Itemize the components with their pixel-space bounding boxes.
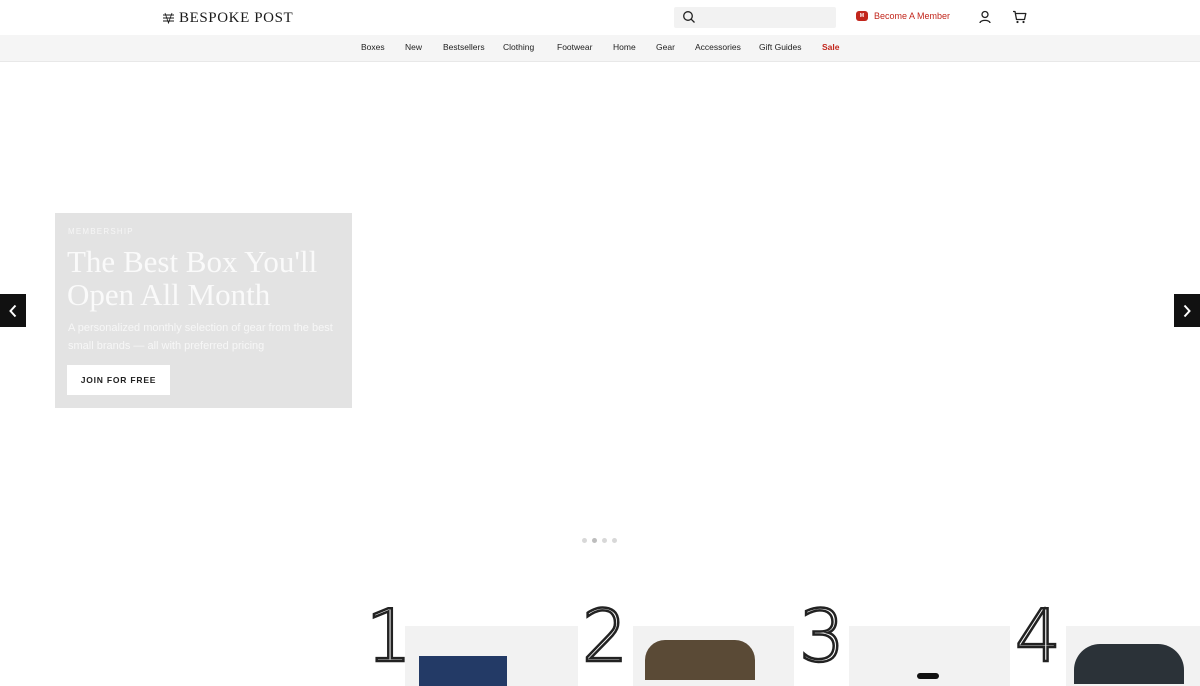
nav-item-home[interactable]: Home xyxy=(613,42,636,52)
nav-item-bestsellers[interactable]: Bestsellers xyxy=(443,42,485,52)
product-image-2 xyxy=(645,640,755,680)
product-image-3 xyxy=(917,673,939,679)
nav-item-new[interactable]: New xyxy=(405,42,422,52)
hero-title: The Best Box You'll Open All Month xyxy=(67,244,318,312)
numbered-bestsellers-row: 1 2 3 4 xyxy=(0,594,1200,686)
carousel-next-button[interactable] xyxy=(1174,294,1200,327)
product-card-4[interactable] xyxy=(1066,626,1200,686)
nav-item-boxes[interactable]: Boxes xyxy=(361,42,385,52)
carousel-dots xyxy=(582,538,617,543)
product-card-2[interactable] xyxy=(633,626,794,686)
product-card-3[interactable] xyxy=(849,626,1010,686)
search-icon[interactable] xyxy=(682,10,696,24)
carousel-dot[interactable] xyxy=(612,538,617,543)
hero-eyebrow: MEMBERSHIP xyxy=(68,227,134,236)
main-nav: Boxes New Bestsellers Clothing Footwear … xyxy=(0,35,1200,62)
nav-item-gift-guides[interactable]: Gift Guides xyxy=(759,42,802,52)
carousel-dot-active[interactable] xyxy=(592,538,597,543)
step-number-2: 2 xyxy=(581,594,629,678)
search-input[interactable] xyxy=(674,7,836,28)
member-link-label: Become A Member xyxy=(874,11,951,21)
user-icon[interactable] xyxy=(978,10,992,24)
logo-mark-icon xyxy=(163,12,174,24)
product-card-1[interactable] xyxy=(405,626,578,686)
become-member-link[interactable]: M Become A Member xyxy=(856,11,950,21)
join-for-free-button[interactable]: JOIN FOR FREE xyxy=(67,365,170,395)
logo-text: BESPOKE POST xyxy=(179,9,294,26)
carousel-dot[interactable] xyxy=(582,538,587,543)
nav-item-gear[interactable]: Gear xyxy=(656,42,675,52)
hero-subtitle: A personalized monthly selection of gear… xyxy=(68,322,333,352)
nav-item-clothing[interactable]: Clothing xyxy=(503,42,534,52)
member-badge-icon: M xyxy=(856,11,868,21)
step-number-3: 3 xyxy=(798,594,846,678)
chevron-left-icon xyxy=(9,304,17,317)
carousel-prev-button[interactable] xyxy=(0,294,26,327)
chevron-right-icon xyxy=(1183,304,1191,317)
nav-item-accessories[interactable]: Accessories xyxy=(695,42,741,52)
product-image-4 xyxy=(1074,644,1184,684)
site-logo[interactable]: BESPOKE POST xyxy=(162,9,293,27)
product-image-1 xyxy=(419,656,507,686)
site-header: BESPOKE POST M Become A Member xyxy=(0,0,1200,35)
step-number-1: 1 xyxy=(365,594,413,678)
step-number-4: 4 xyxy=(1014,594,1062,678)
hero-promo-card: MEMBERSHIP The Best Box You'll Open All … xyxy=(55,213,352,408)
cart-icon[interactable] xyxy=(1012,10,1027,24)
carousel-dot[interactable] xyxy=(602,538,607,543)
nav-item-footwear[interactable]: Footwear xyxy=(557,42,592,52)
nav-item-sale[interactable]: Sale xyxy=(822,42,840,52)
